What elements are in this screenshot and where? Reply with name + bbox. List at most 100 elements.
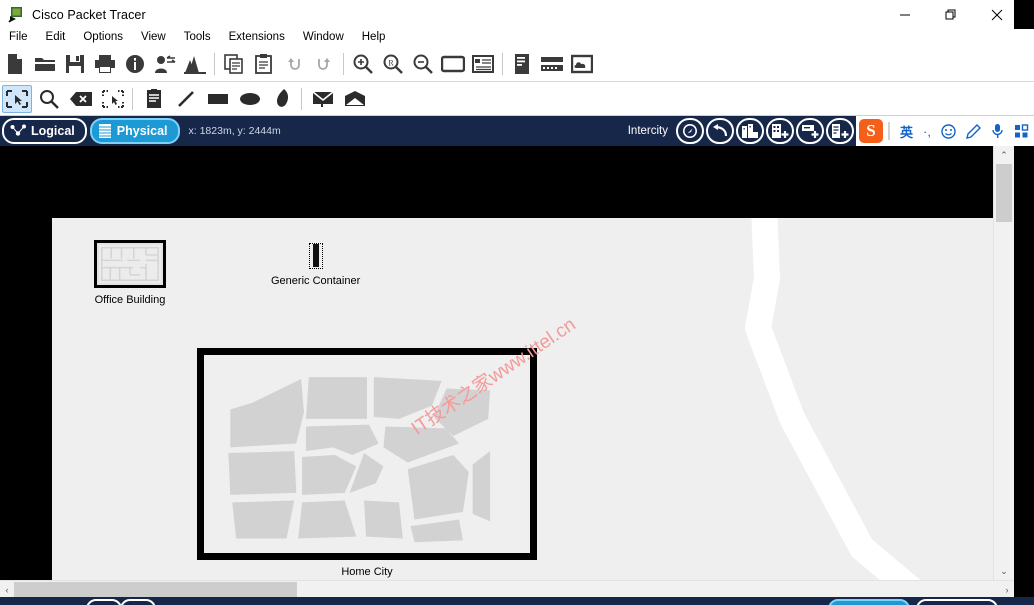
main-toolbar: R ? (0, 46, 1034, 118)
ime-mic-icon[interactable] (986, 123, 1009, 139)
bottom-nav-button-1[interactable] (86, 599, 122, 605)
location-label: Intercity (627, 125, 668, 137)
window-title: Cisco Packet Tracer (32, 7, 146, 22)
switch-device-icon[interactable] (537, 48, 567, 80)
packet-tracer-window: Cisco Packet Tracer File Edit Options Vi… (0, 0, 1034, 605)
select-tool-icon[interactable] (2, 84, 32, 113)
new-building-button[interactable] (766, 118, 794, 144)
ime-language-mode[interactable]: 英 (895, 122, 918, 141)
list-panel-icon[interactable] (468, 48, 498, 80)
resize-shape-icon[interactable] (98, 85, 128, 113)
object-generic-container[interactable]: Generic Container (271, 243, 360, 287)
menu-file[interactable]: File (0, 29, 37, 46)
scroll-down-chevron[interactable]: ⌄ (994, 562, 1014, 580)
toolbar-separator (132, 87, 133, 110)
complex-pdu-icon[interactable] (340, 85, 370, 113)
zoom-reset-icon[interactable]: R (378, 48, 408, 80)
undo-icon[interactable] (279, 48, 309, 80)
menu-tools[interactable]: Tools (175, 29, 220, 46)
sogou-logo-icon[interactable]: S (859, 119, 884, 143)
physical-workspace-canvas[interactable]: Office Building Generic Container Home C… (0, 146, 1014, 580)
bottom-nav-button-2[interactable] (120, 599, 156, 605)
ime-emoji-icon[interactable] (936, 123, 961, 139)
tab-logical-label: Logical (31, 124, 75, 138)
horizontal-scrollbar[interactable]: ‹ › (0, 580, 1014, 598)
draw-freeform-icon[interactable] (267, 85, 297, 113)
object-label: Home City (341, 566, 393, 578)
delete-tool-icon[interactable] (66, 85, 96, 113)
menu-window[interactable]: Window (294, 29, 353, 46)
ime-punctuation-toggle[interactable]: ·, (918, 124, 936, 139)
vertical-scroll-thumb[interactable] (996, 164, 1012, 222)
scroll-right-chevron[interactable]: › (1000, 581, 1014, 598)
new-file-icon[interactable] (0, 48, 30, 80)
menu-edit[interactable]: Edit (37, 29, 75, 46)
zoom-in-icon[interactable] (348, 48, 378, 80)
save-icon[interactable] (60, 48, 90, 80)
network-tree-icon[interactable] (180, 48, 210, 80)
user-profile-icon[interactable] (150, 48, 180, 80)
restore-button[interactable] (928, 0, 974, 29)
window-controls (882, 0, 1020, 29)
window-icon[interactable] (438, 48, 468, 80)
workspace-surface[interactable]: Office Building Generic Container Home C… (52, 218, 1014, 580)
object-label: Office Building (94, 294, 166, 306)
title-bar-right-edge (1014, 0, 1034, 29)
menu-options[interactable]: Options (74, 29, 132, 46)
navigation-compass-button[interactable] (676, 118, 704, 144)
menu-extensions[interactable]: Extensions (220, 29, 294, 46)
toolbar-separator (214, 52, 215, 75)
menu-help[interactable]: Help (353, 29, 395, 46)
cloud-image-icon[interactable] (567, 48, 597, 80)
open-folder-icon[interactable] (30, 48, 60, 80)
generic-container-icon (312, 244, 319, 267)
minimize-button[interactable] (882, 0, 928, 29)
ime-toolbar: S 英 ·, (856, 116, 1034, 146)
toolbar-separator (343, 52, 344, 75)
new-closet-button[interactable] (796, 118, 824, 144)
scroll-left-chevron[interactable]: ‹ (0, 581, 14, 598)
coordinates-readout: x: 1823m, y: 2444m (188, 125, 281, 137)
canvas-right-edge (1014, 146, 1034, 597)
object-label: Generic Container (271, 275, 361, 287)
ime-apps-grid-icon[interactable] (1009, 123, 1034, 139)
bottom-nav-button-3[interactable] (916, 599, 998, 605)
svg-text:R: R (388, 58, 394, 67)
scroll-up-chevron[interactable]: ⌃ (994, 146, 1014, 164)
title-bar: Cisco Packet Tracer (0, 0, 1034, 29)
packet-tracer-logo-icon (8, 6, 25, 23)
redo-icon[interactable] (309, 48, 339, 80)
menu-view[interactable]: View (132, 29, 175, 46)
draw-rectangle-icon[interactable] (203, 85, 233, 113)
office-building-icon (94, 240, 166, 288)
ime-pen-icon[interactable] (961, 123, 986, 139)
zoom-out-icon[interactable] (408, 48, 438, 80)
info-icon[interactable] (120, 48, 150, 80)
bottom-nav-button-selected[interactable] (828, 599, 910, 605)
object-office-building[interactable]: Office Building (94, 240, 166, 306)
toolbar-separator (502, 52, 503, 75)
tab-physical-label: Physical (116, 124, 168, 138)
new-city-button[interactable] (736, 118, 764, 144)
back-button[interactable] (706, 118, 734, 144)
print-icon[interactable] (90, 48, 120, 80)
copy-icon[interactable] (219, 48, 249, 80)
tools-toolbar (0, 82, 1034, 116)
new-rack-button[interactable] (826, 118, 854, 144)
menu-bar: File Edit Options View Tools Extensions … (0, 29, 1034, 46)
tab-logical[interactable]: Logical (2, 118, 87, 144)
paste-icon[interactable] (249, 48, 279, 80)
vertical-scrollbar[interactable]: ⌃ ⌄ (993, 146, 1014, 580)
ime-divider (888, 122, 891, 140)
note-tool-icon[interactable] (139, 85, 169, 113)
title-bar-left: Cisco Packet Tracer (8, 0, 146, 29)
draw-ellipse-icon[interactable] (235, 85, 265, 113)
home-city-icon (197, 348, 537, 560)
horizontal-scroll-thumb[interactable] (14, 582, 297, 597)
object-home-city[interactable]: Home City (197, 348, 537, 578)
server-rack-icon[interactable] (507, 48, 537, 80)
inspect-magnifier-icon[interactable] (34, 85, 64, 113)
tab-physical[interactable]: Physical (89, 118, 180, 144)
simple-pdu-icon[interactable] (308, 85, 338, 113)
draw-line-icon[interactable] (171, 85, 201, 113)
